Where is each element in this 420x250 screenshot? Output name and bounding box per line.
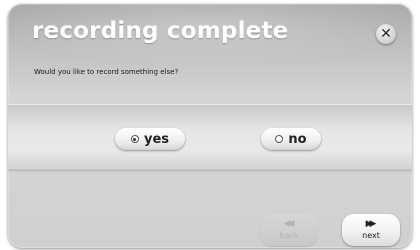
- rewind-icon: ◀◀: [283, 219, 295, 229]
- back-button-label: back: [279, 231, 299, 240]
- close-icon: ✕: [380, 26, 392, 42]
- recording-complete-dialog: recording complete ✕ Would you like to r…: [8, 4, 412, 248]
- back-button[interactable]: ◀◀ back: [260, 214, 318, 246]
- yes-option-label: yes: [143, 131, 170, 147]
- options-panel: yes no: [8, 104, 412, 170]
- close-button[interactable]: ✕: [376, 24, 396, 44]
- fast-forward-icon: ▶▶: [365, 219, 377, 229]
- radio-selected-icon: [130, 135, 139, 143]
- dialog-title: recording complete: [32, 18, 289, 44]
- no-option-label: no: [288, 131, 307, 147]
- no-option-button[interactable]: no: [261, 128, 321, 150]
- yes-option-button[interactable]: yes: [115, 128, 185, 150]
- prompt-text: Would you like to record something else?: [34, 68, 179, 76]
- next-button-label: next: [362, 231, 380, 240]
- next-button[interactable]: ▶▶ next: [342, 214, 400, 246]
- radio-unselected-icon: [275, 135, 284, 143]
